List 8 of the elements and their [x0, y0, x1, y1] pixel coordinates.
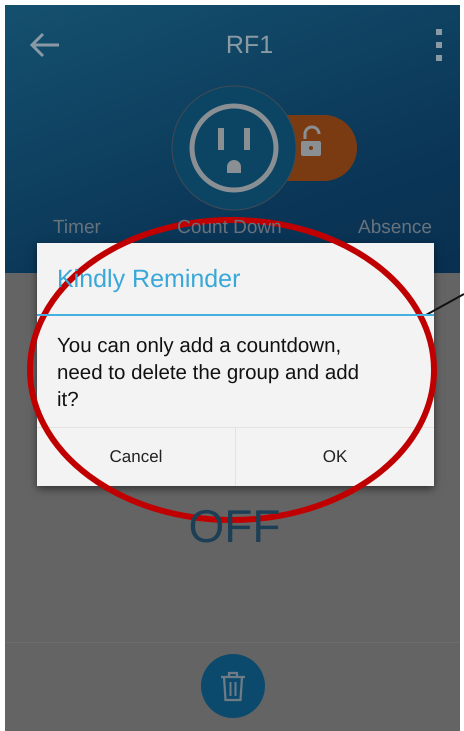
dialog-message: You can only add a countdown, need to delete the group and add it?	[56, 333, 360, 413]
outlet-icon[interactable]	[168, 83, 358, 213]
dialog-button[interactable]: OK	[235, 428, 434, 486]
dialog-button[interactable]: Cancel	[37, 428, 235, 486]
mode-tab[interactable]: Absence	[358, 217, 432, 239]
mode-tab[interactable]: Timer	[53, 217, 101, 239]
screen-title: RF1	[226, 30, 274, 60]
leader-line	[426, 293, 464, 316]
